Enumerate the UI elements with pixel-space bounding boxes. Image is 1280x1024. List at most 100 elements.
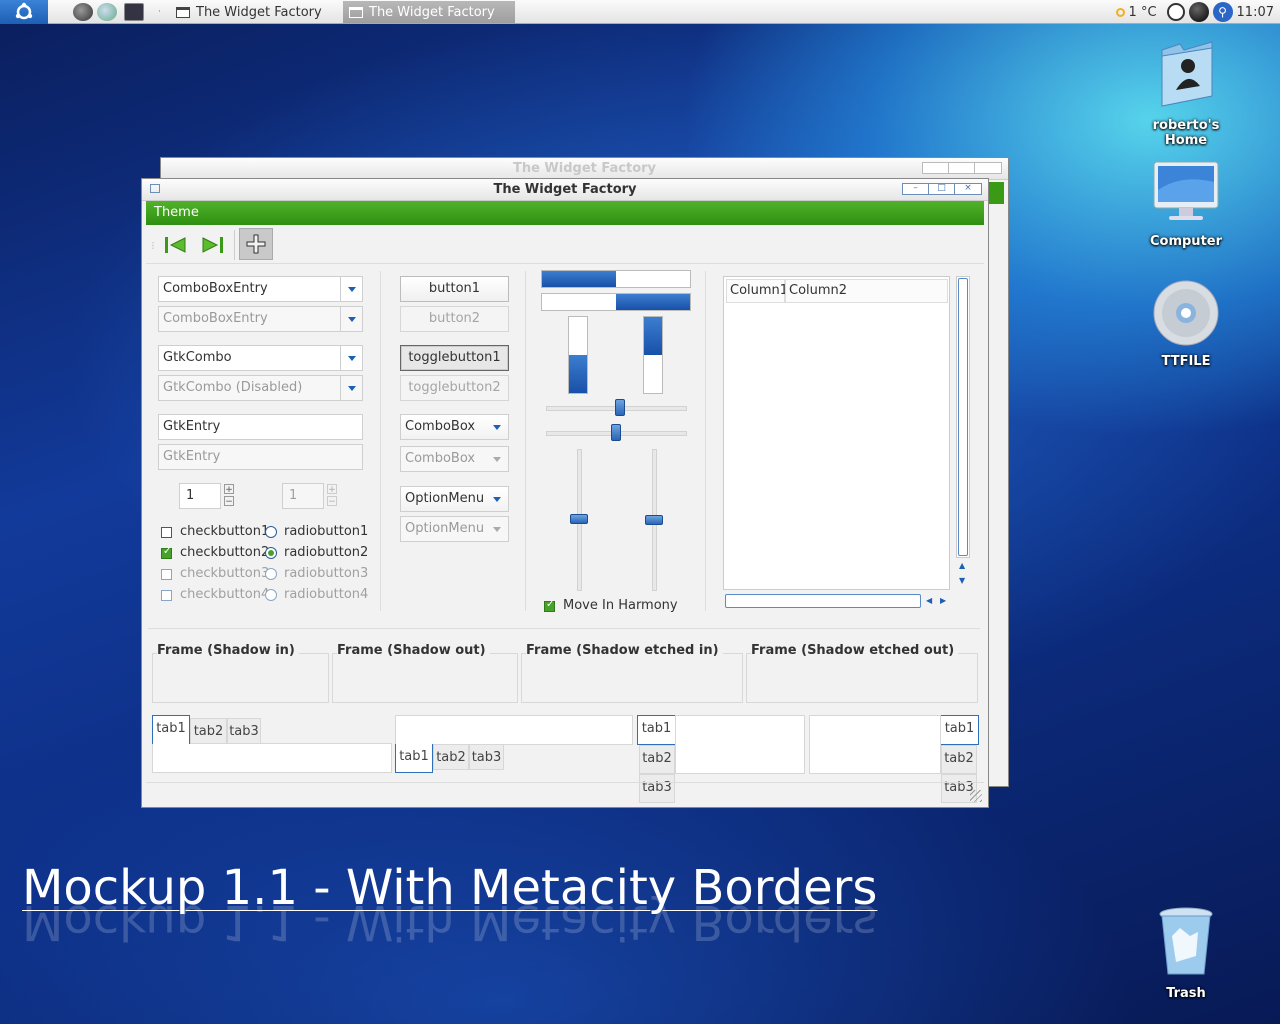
back-window-titlebar[interactable]: The Widget Factory	[161, 158, 1008, 180]
main-menu-button[interactable]	[0, 0, 48, 24]
option-menu[interactable]: OptionMenu	[400, 486, 509, 512]
radiobutton1[interactable]	[265, 526, 277, 538]
radiobutton1-label: radiobutton1	[284, 524, 369, 539]
checkbutton3	[161, 569, 172, 580]
search-icon[interactable]: ⚲	[1212, 2, 1233, 22]
option-arrow	[486, 487, 508, 511]
clock[interactable]: 11:07	[1237, 5, 1274, 20]
notebook-left-tab2[interactable]: tab2	[639, 745, 675, 774]
chevron-down-icon	[347, 385, 356, 391]
maximize-button[interactable]	[949, 163, 975, 173]
notebook-right-pane	[809, 715, 941, 774]
maximize-button[interactable]: □	[929, 184, 955, 194]
taskbar-item-2[interactable]: The Widget Factory	[343, 1, 515, 23]
window-menu-icon[interactable]	[150, 184, 160, 193]
checkbutton2[interactable]	[161, 546, 172, 559]
scroll-up-icon[interactable]: ▲	[959, 561, 965, 570]
menu-theme[interactable]: Theme	[154, 205, 199, 220]
desktop-icon-label: TTFILE	[1161, 354, 1211, 369]
combobox-entry-text: ComboBoxEntry	[163, 281, 268, 296]
vscale-2-thumb[interactable]	[645, 515, 663, 525]
combo-arrow-button[interactable]	[340, 277, 362, 301]
temperature[interactable]: 1 °C	[1129, 5, 1157, 20]
close-button[interactable]: ×	[955, 184, 981, 194]
toolbar-grip[interactable]: ⋮	[149, 241, 157, 250]
scroll-down-icon[interactable]: ▼	[959, 576, 965, 585]
scroll-right-icon[interactable]: ▶	[940, 596, 946, 605]
notebook-top-tab2[interactable]: tab2	[190, 718, 227, 744]
togglebutton1[interactable]: togglebutton1	[400, 345, 509, 371]
clock-icon[interactable]	[1166, 3, 1185, 21]
minimize-button[interactable]	[923, 163, 949, 173]
notebook-bottom-tab3[interactable]: tab3	[469, 744, 504, 770]
spin-down-button: −	[327, 496, 337, 507]
notebook-bottom-tab2[interactable]: tab2	[433, 744, 469, 770]
frame-shadow-in	[152, 653, 329, 703]
window-controls: – □ ×	[902, 183, 982, 195]
gtk-entry-disabled: GtkEntry	[158, 444, 363, 470]
weather-icon	[1115, 7, 1125, 17]
chevron-down-icon	[493, 526, 501, 532]
ubuntu-logo-icon	[15, 2, 33, 20]
radiobutton2[interactable]	[265, 547, 277, 559]
column-header-1[interactable]: Column1	[726, 279, 788, 303]
vertical-scrollbar[interactable]	[956, 276, 970, 558]
desktop-icon-ttfile[interactable]: TTFILE	[1131, 280, 1241, 369]
spin-button[interactable]: 1	[179, 483, 221, 509]
status-icon[interactable]	[1188, 2, 1209, 22]
spin-up-button[interactable]: +	[224, 484, 234, 495]
desktop-icon-trash[interactable]: Trash	[1131, 906, 1241, 1001]
notebook-top-tab3[interactable]: tab3	[227, 718, 261, 744]
goto-first-icon[interactable]	[164, 235, 186, 255]
widget-factory-window[interactable]: The Widget Factory – □ × Theme ⋮ ComboBo…	[141, 178, 989, 808]
column-header-2[interactable]: Column2	[785, 279, 948, 303]
goto-last-icon[interactable]	[202, 235, 224, 255]
taskbar-item-1[interactable]: The Widget Factory	[170, 1, 340, 23]
move-button[interactable]	[239, 228, 273, 260]
notebook-top-tab1[interactable]: tab1	[152, 715, 190, 744]
gtk-entry[interactable]: GtkEntry	[158, 414, 363, 440]
tree-view[interactable]: Column1 Column2	[723, 276, 950, 590]
scrollbar-thumb[interactable]	[958, 278, 968, 556]
gtk-combo-disabled: GtkCombo (Disabled)	[158, 375, 363, 401]
system-tray: 1 °C ⚲ 11:07	[1115, 0, 1280, 24]
window-icon	[349, 6, 363, 18]
computer-icon	[1153, 161, 1219, 220]
horizontal-scrollbar[interactable]	[725, 594, 921, 608]
gtk-combo[interactable]: GtkCombo	[158, 345, 363, 371]
checkbutton3-label: checkbutton3	[180, 566, 270, 581]
email-launcher-icon[interactable]	[97, 3, 117, 21]
close-button[interactable]	[975, 163, 1001, 173]
trash-icon	[1159, 907, 1213, 975]
notebook-left-tab1[interactable]: tab1	[637, 715, 675, 745]
button1[interactable]: button1	[400, 276, 509, 302]
notebook-top-pane	[152, 743, 392, 773]
combobox[interactable]: ComboBox	[400, 414, 509, 440]
scroll-left-icon[interactable]: ◀	[926, 596, 932, 605]
combobox-entry[interactable]: ComboBoxEntry	[158, 276, 363, 302]
hscale-2-thumb[interactable]	[611, 424, 621, 441]
vscale-1-thumb[interactable]	[570, 514, 588, 524]
togglebutton2: togglebutton2	[400, 375, 509, 401]
desktop-icon-home[interactable]: roberto's Home	[1131, 40, 1241, 148]
checkbutton1[interactable]	[161, 527, 172, 538]
combobox-text: ComboBox	[405, 451, 476, 466]
spin-down-button[interactable]: −	[224, 496, 234, 507]
resize-grip[interactable]	[970, 790, 982, 802]
terminal-launcher-icon[interactable]	[124, 3, 144, 21]
desktop-icon-label: Computer	[1149, 234, 1223, 249]
notebook-right-tab1[interactable]: tab1	[941, 715, 979, 745]
firefox-launcher-icon[interactable]	[73, 3, 93, 21]
radiobutton3	[265, 568, 277, 580]
move-in-harmony-check[interactable]	[544, 599, 555, 612]
combobox-entry-text: ComboBoxEntry	[163, 311, 268, 326]
notebook-right-tab2[interactable]: tab2	[941, 745, 977, 774]
top-panel: · The Widget Factory The Widget Factory …	[0, 0, 1280, 24]
desktop-icon-computer[interactable]: Computer	[1131, 160, 1241, 249]
window-titlebar[interactable]: The Widget Factory – □ ×	[142, 179, 988, 201]
minimize-button[interactable]: –	[903, 184, 929, 194]
combo-arrow-button[interactable]	[340, 346, 362, 370]
hscale-1-thumb[interactable]	[615, 399, 625, 416]
combo-arrow-button	[340, 307, 362, 331]
notebook-bottom-tab1[interactable]: tab1	[395, 744, 433, 773]
